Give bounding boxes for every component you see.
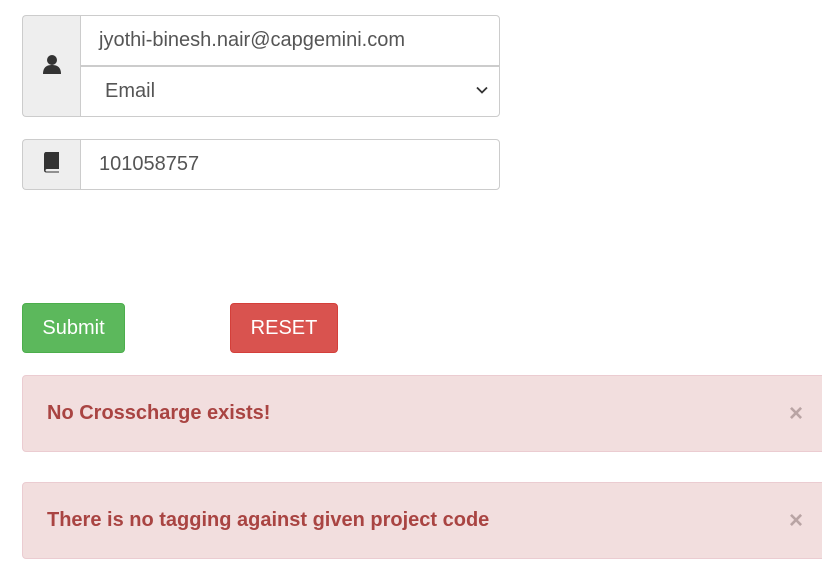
- book-addon: [22, 139, 80, 190]
- chevron-down-icon: [475, 80, 489, 103]
- book-icon: [42, 151, 62, 178]
- alert-no-crosscharge: No Crosscharge exists! ×: [22, 375, 822, 452]
- project-code-value: 101058757: [99, 153, 200, 175]
- alert-message: No Crosscharge exists!: [47, 402, 271, 424]
- close-icon[interactable]: ×: [789, 401, 803, 426]
- project-code-field[interactable]: 101058757: [80, 139, 500, 190]
- page: jyothi-binesh.nair@capgemini.com Email 1…: [0, 0, 822, 562]
- email-field[interactable]: jyothi-binesh.nair@capgemini.com: [80, 15, 500, 66]
- identifier-type-value: Email: [105, 80, 156, 102]
- user-addon: [22, 15, 80, 117]
- project-code-input-group: 101058757: [22, 139, 500, 190]
- user-icon: [41, 53, 63, 80]
- reset-button[interactable]: RESET: [230, 303, 338, 353]
- alert-message: There is no tagging against given projec…: [47, 509, 490, 531]
- email-field-value: jyothi-binesh.nair@capgemini.com: [99, 29, 405, 51]
- alert-no-tagging: There is no tagging against given projec…: [22, 482, 822, 559]
- submit-button[interactable]: Submit: [22, 303, 125, 353]
- identifier-input-group: jyothi-binesh.nair@capgemini.com Email: [22, 15, 500, 117]
- identifier-type-select[interactable]: Email: [80, 66, 500, 117]
- close-icon[interactable]: ×: [789, 508, 803, 533]
